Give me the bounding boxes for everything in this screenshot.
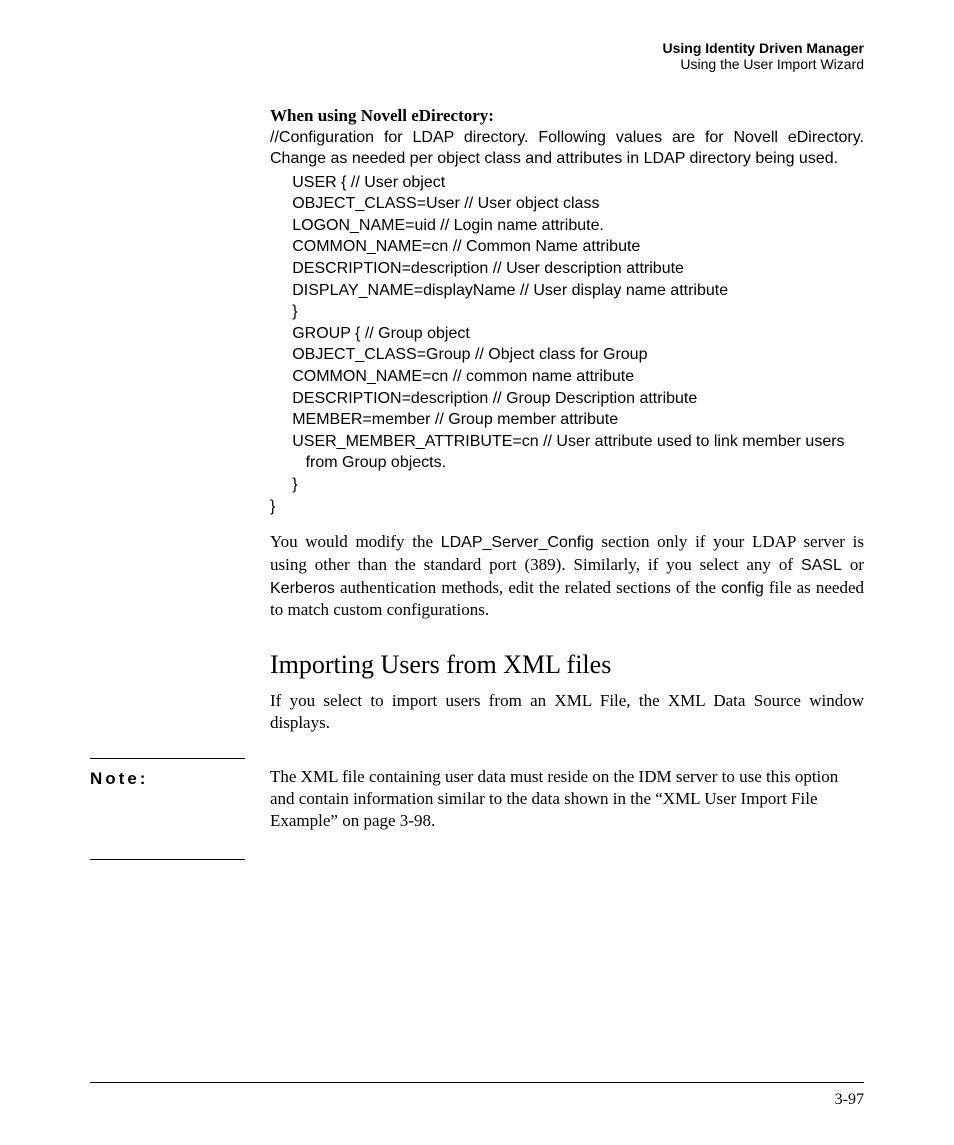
text: or xyxy=(842,555,864,574)
config-line: LOGON_NAME=uid // Login name attribute. xyxy=(270,217,604,234)
page-number: 3-97 xyxy=(835,1091,864,1109)
header-subtitle: Using the User Import Wizard xyxy=(90,56,864,72)
note-label-wrap: Note: xyxy=(90,758,270,860)
config-line: DESCRIPTION=description // User descript… xyxy=(270,260,684,277)
config-line: DISPLAY_NAME=displayName // User display… xyxy=(270,282,728,299)
config-line: MEMBER=member // Group member attribute xyxy=(270,411,618,428)
note-block: Note: The XML file containing user data … xyxy=(90,758,864,860)
running-header: Using Identity Driven Manager Using the … xyxy=(90,40,864,72)
section-heading: Importing Users from XML files xyxy=(270,650,864,680)
config-line: GROUP { // Group object xyxy=(270,325,470,342)
note-label: Note: xyxy=(90,758,245,860)
code-text: LDAP_Server_Config xyxy=(441,534,594,551)
config-line: DESCRIPTION=description // Group Descrip… xyxy=(270,390,697,407)
xml-intro-paragraph: If you select to import users from an XM… xyxy=(270,690,864,734)
note-body: The XML file containing user data must r… xyxy=(270,758,864,832)
config-line: } xyxy=(270,303,298,320)
edirectory-heading: When using Novell eDirectory: xyxy=(270,106,864,126)
config-line: COMMON_NAME=cn // common name attribute xyxy=(270,368,634,385)
config-line: from Group objects. xyxy=(270,454,446,471)
main-content: When using Novell eDirectory: //Configur… xyxy=(270,106,864,734)
config-intro-text: //Configuration for LDAP directory. Foll… xyxy=(270,128,864,170)
config-line: USER { // User object xyxy=(270,174,445,191)
text: authentication methods, edit the related… xyxy=(335,578,721,597)
config-line: COMMON_NAME=cn // Common Name attribute xyxy=(270,238,640,255)
config-line: OBJECT_CLASS=User // User object class xyxy=(270,195,599,212)
code-text: SASL xyxy=(801,557,842,574)
config-code-block: USER { // User object OBJECT_CLASS=User … xyxy=(270,172,864,518)
text: You would modify the xyxy=(270,532,441,551)
config-line: OBJECT_CLASS=Group // Object class for G… xyxy=(270,346,647,363)
page: Using Identity Driven Manager Using the … xyxy=(0,0,954,1145)
config-line: USER_MEMBER_ATTRIBUTE=cn // User attribu… xyxy=(270,433,845,450)
modify-paragraph: You would modify the LDAP_Server_Config … xyxy=(270,531,864,621)
code-text: Kerberos xyxy=(270,580,335,597)
footer-rule xyxy=(90,1082,864,1083)
header-title: Using Identity Driven Manager xyxy=(90,40,864,56)
config-line: } xyxy=(270,498,275,515)
config-line: } xyxy=(270,476,298,493)
code-text: config xyxy=(721,580,764,597)
